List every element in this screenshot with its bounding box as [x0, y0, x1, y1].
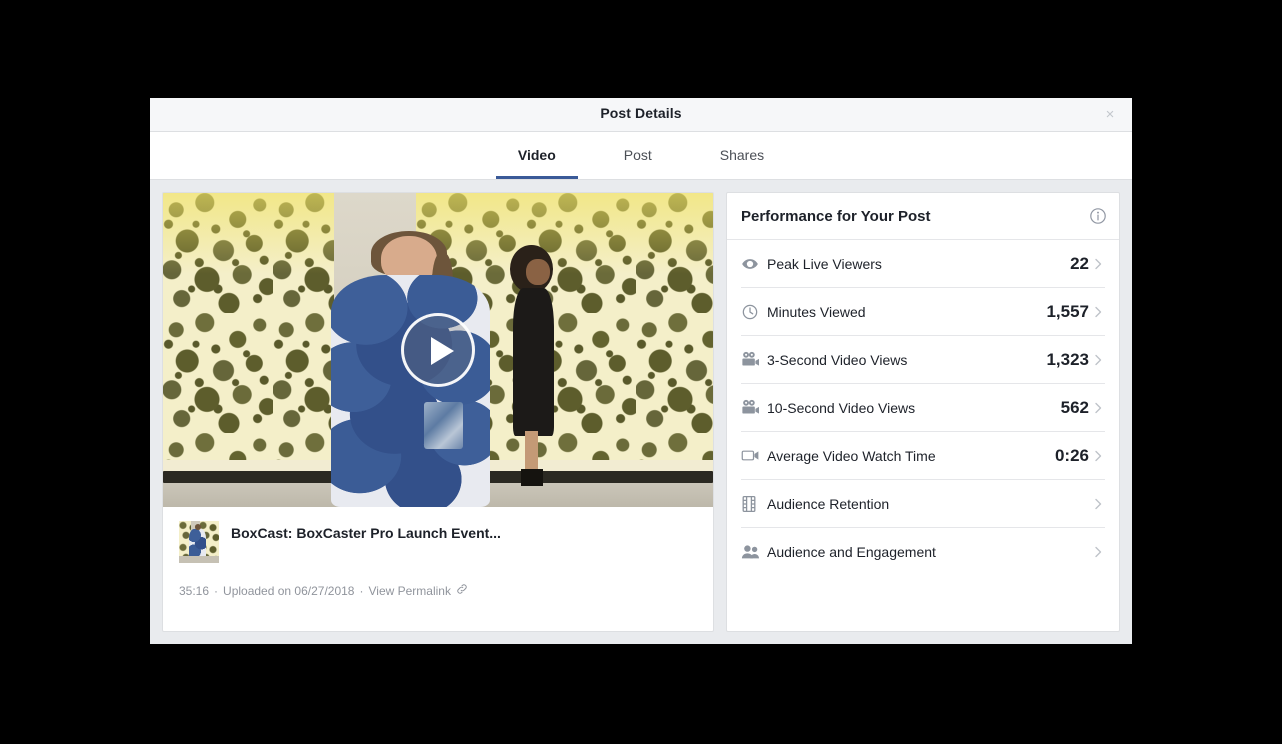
play-icon[interactable] — [401, 313, 475, 387]
metric-row-peak-live-viewers[interactable]: Peak Live Viewers 22 — [741, 240, 1105, 288]
tab-bar: Video Post Shares — [150, 132, 1132, 180]
tab-shares[interactable]: Shares — [686, 132, 798, 179]
video-upload-date: Uploaded on 06/27/2018 — [223, 584, 355, 598]
movie-camera-icon — [741, 351, 767, 368]
video-card: BoxCast: BoxCaster Pro Launch Event... 3… — [162, 192, 714, 632]
tab-post[interactable]: Post — [590, 132, 686, 179]
metric-label: Audience Retention — [767, 495, 890, 512]
chevron-right-icon — [1091, 449, 1105, 463]
video-player[interactable] — [163, 193, 713, 507]
chevron-right-icon — [1091, 401, 1105, 415]
metric-label: Audience and Engagement — [767, 544, 936, 560]
movie-camera-icon — [741, 399, 767, 416]
meta-separator-1: · — [214, 584, 219, 598]
post-details-modal: Post Details × Video Post Shares BoxCast… — [150, 98, 1132, 644]
metric-label: Peak Live Viewers — [767, 255, 882, 272]
metric-row-10-second-video-views[interactable]: 10-Second Video Views 562 — [741, 384, 1105, 432]
close-icon[interactable]: × — [1098, 103, 1122, 127]
modal-titlebar: Post Details × — [150, 98, 1132, 132]
performance-card: Performance for Your Post Peak Live View… — [726, 192, 1120, 632]
metric-row-minutes-viewed[interactable]: Minutes Viewed 1,557 — [741, 288, 1105, 336]
video-caption-row: BoxCast: BoxCaster Pro Launch Event... — [163, 507, 713, 563]
metric-row-3-second-video-views[interactable]: 3-Second Video Views 1,323 — [741, 336, 1105, 384]
metric-row-audience-and-engagement[interactable]: Audience and Engagement — [741, 528, 1105, 576]
background-model — [499, 240, 565, 486]
video-camera-icon — [741, 448, 767, 463]
video-thumbnail-small — [179, 521, 219, 563]
eye-icon — [741, 255, 767, 273]
chevron-right-icon — [1091, 545, 1105, 559]
modal-body: BoxCast: BoxCaster Pro Launch Event... 3… — [150, 180, 1132, 644]
chevron-right-icon — [1091, 353, 1105, 367]
chevron-right-icon — [1091, 497, 1105, 511]
chevron-right-icon — [1091, 257, 1105, 271]
chevron-right-icon — [1091, 305, 1105, 319]
metric-label: Minutes Viewed — [767, 303, 866, 320]
metric-row-average-video-watch-time[interactable]: Average Video Watch Time 0:26 — [741, 432, 1105, 480]
metric-label: Average Video Watch Time — [767, 447, 936, 464]
metric-label: 10-Second Video Views — [767, 399, 916, 416]
film-strip-icon — [741, 495, 767, 513]
view-permalink-link[interactable]: View Permalink — [368, 583, 450, 599]
performance-header: Performance for Your Post — [727, 193, 1119, 240]
meta-separator-2: · — [359, 584, 364, 598]
people-icon — [741, 544, 767, 560]
page-title: Post Details — [600, 105, 682, 121]
link-icon[interactable] — [456, 583, 468, 599]
video-metadata: 35:16 · Uploaded on 06/27/2018 · View Pe… — [163, 563, 713, 599]
tab-video[interactable]: Video — [484, 132, 590, 179]
metric-label: 3-Second Video Views — [767, 351, 908, 368]
performance-title: Performance for Your Post — [741, 207, 931, 225]
clock-icon — [741, 303, 767, 321]
metric-row-audience-retention[interactable]: Audience Retention — [741, 480, 1105, 528]
video-duration: 35:16 — [179, 584, 210, 598]
video-title[interactable]: BoxCast: BoxCaster Pro Launch Event... — [231, 521, 501, 543]
metric-list: Peak Live Viewers 22 Minutes Viewed 1,55… — [727, 240, 1119, 576]
info-icon[interactable] — [1089, 207, 1107, 225]
